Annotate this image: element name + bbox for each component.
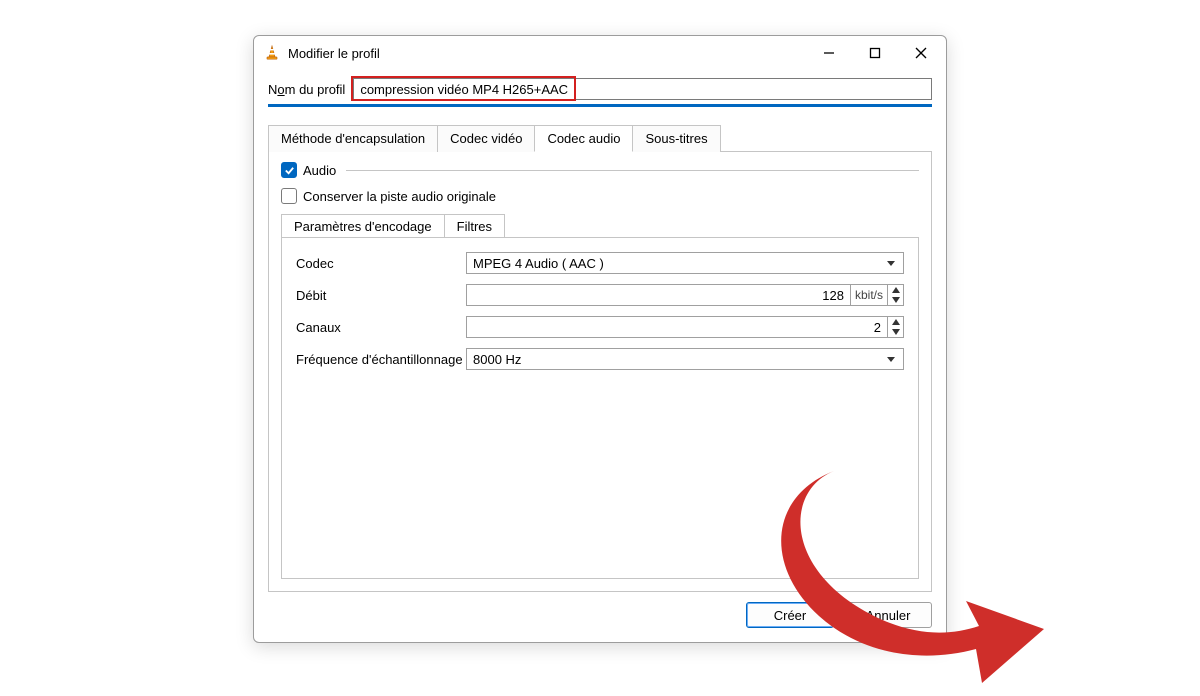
tab-subtitles[interactable]: Sous-titres [632, 125, 720, 152]
audio-enable-checkbox[interactable] [281, 162, 297, 178]
samplerate-label: Fréquence d'échantillonnage [296, 352, 466, 367]
profile-name-input[interactable] [353, 78, 932, 100]
tab-encoding-params[interactable]: Paramètres d'encodage [281, 214, 445, 238]
tab-video-codec[interactable]: Codec vidéo [437, 125, 535, 152]
tab-encapsulation[interactable]: Méthode d'encapsulation [268, 125, 438, 152]
tabs-main: Méthode d'encapsulation Codec vidéo Code… [268, 125, 932, 152]
bitrate-step-up[interactable] [888, 285, 903, 295]
chevron-down-icon [885, 353, 897, 365]
vlc-cone-icon [264, 45, 280, 61]
maximize-button[interactable] [852, 38, 898, 68]
dialog-footer: Créer Annuler [254, 592, 946, 642]
keep-original-label: Conserver la piste audio originale [303, 189, 496, 204]
titlebar: Modifier le profil [254, 36, 946, 70]
create-button[interactable]: Créer [746, 602, 834, 628]
close-button[interactable] [898, 38, 944, 68]
audio-enable-label: Audio [303, 163, 336, 178]
bitrate-unit: kbit/s [851, 284, 888, 306]
tab-filters[interactable]: Filtres [444, 214, 505, 238]
cancel-button[interactable]: Annuler [844, 602, 932, 628]
bitrate-spinbox[interactable]: kbit/s [466, 284, 904, 306]
window-title: Modifier le profil [288, 46, 380, 61]
tab-audio-codec[interactable]: Codec audio [534, 125, 633, 152]
channels-input[interactable] [466, 316, 888, 338]
bitrate-label: Débit [296, 288, 466, 303]
channels-label: Canaux [296, 320, 466, 335]
codec-select[interactable]: MPEG 4 Audio ( AAC ) [466, 252, 904, 274]
channels-step-down[interactable] [888, 327, 903, 337]
bitrate-step-down[interactable] [888, 295, 903, 305]
panel-encoding-params: Codec MPEG 4 Audio ( AAC ) Débit kbit/s [281, 237, 919, 579]
dialog-edit-profile: Modifier le profil Nom du profil Méthode… [253, 35, 947, 643]
profile-name-label: Nom du profil [268, 82, 345, 97]
bitrate-input[interactable] [466, 284, 851, 306]
minimize-button[interactable] [806, 38, 852, 68]
channels-step-up[interactable] [888, 317, 903, 327]
chevron-down-icon [885, 257, 897, 269]
channels-spinbox[interactable] [466, 316, 904, 338]
samplerate-select[interactable]: 8000 Hz [466, 348, 904, 370]
codec-label: Codec [296, 256, 466, 271]
tabs-encoding: Paramètres d'encodage Filtres [281, 214, 919, 238]
keep-original-checkbox[interactable] [281, 188, 297, 204]
panel-audio: Audio Conserver la piste audio originale… [268, 151, 932, 592]
